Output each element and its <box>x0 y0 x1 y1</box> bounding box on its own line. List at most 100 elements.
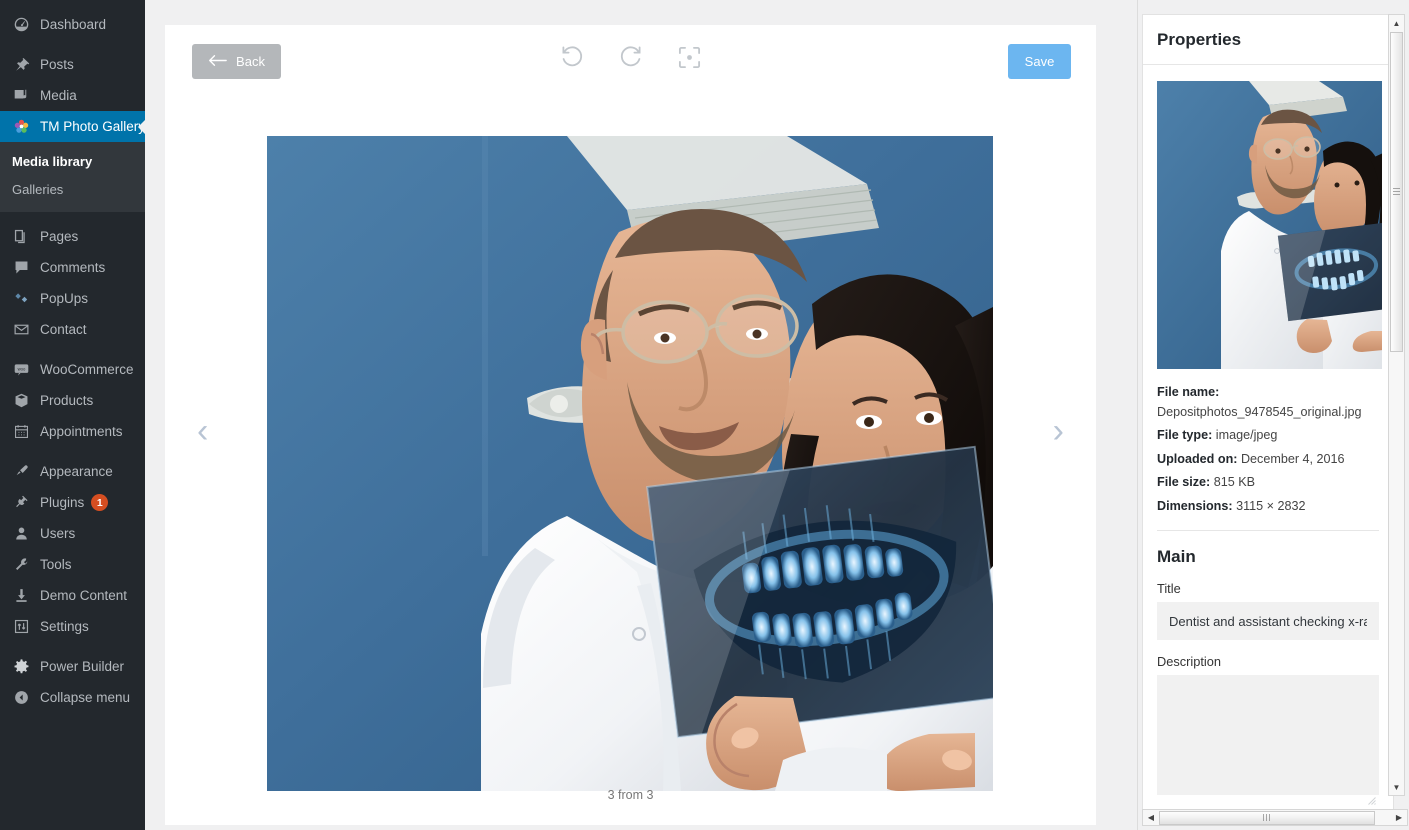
sidebar-item-appearance[interactable]: Appearance <box>0 456 145 487</box>
pages-icon <box>11 227 31 247</box>
prev-image-arrow[interactable]: ‹ <box>197 414 208 448</box>
field-spacer <box>1157 640 1379 654</box>
sidebar-item-label: Comments <box>40 260 106 276</box>
sidebar-item-popups[interactable]: PopUps <box>0 283 145 314</box>
sidebar-top-gap <box>0 0 145 9</box>
back-button-label: Back <box>236 54 265 69</box>
props-scroll-right-arrow-icon[interactable]: ▶ <box>1391 810 1407 825</box>
sidebar-item-media[interactable]: Media <box>0 80 145 111</box>
properties-content: Properties File name: Depositphotos_9478… <box>1142 14 1394 811</box>
meta-file-name-value: Depositphotos_9478545_original.jpg <box>1157 404 1362 419</box>
sidebar-item-pages[interactable]: Pages <box>0 221 145 252</box>
download-icon <box>11 586 31 606</box>
sidebar-item-label: Media <box>40 87 77 103</box>
sidebar-gap-3 <box>0 345 145 354</box>
meta-uploaded-label: Uploaded on: <box>1157 451 1238 466</box>
description-textarea[interactable] <box>1157 675 1379 796</box>
transform-tools <box>165 42 1096 72</box>
meta-uploaded-on: Uploaded on: December 4, 2016 <box>1157 450 1379 470</box>
properties-vertical-scrollbar[interactable]: ▲ ▼ <box>1388 14 1405 796</box>
meta-file-size: File size: 815 KB <box>1157 473 1379 493</box>
sidebar-item-label: PopUps <box>40 291 89 307</box>
props-scrollbar-thumb[interactable] <box>1390 32 1403 352</box>
sidebar-item-power-builder[interactable]: Power Builder <box>0 651 145 682</box>
sidebar-item-plugins[interactable]: Plugins 1 <box>0 487 145 518</box>
sidebar-item-products[interactable]: Products <box>0 385 145 416</box>
user-icon <box>11 524 31 544</box>
sidebar-item-label: Demo Content <box>40 588 128 604</box>
sidebar-item-label: Contact <box>40 322 87 338</box>
plug-icon <box>11 493 31 513</box>
woocommerce-icon: woo <box>11 360 31 380</box>
gear-icon <box>11 657 31 677</box>
pin-icon <box>11 55 31 75</box>
sidebar-item-woocommerce[interactable]: woo WooCommerce <box>0 354 145 385</box>
props-scroll-left-arrow-icon[interactable]: ◀ <box>1143 810 1159 825</box>
wrench-icon <box>11 555 31 575</box>
sidebar-gap-5 <box>0 642 145 651</box>
sidebar-item-contact[interactable]: Contact <box>0 314 145 345</box>
sidebar-item-label: Products <box>40 393 94 409</box>
sidebar-item-settings[interactable]: Settings <box>0 611 145 642</box>
sidebar-item-label: Tools <box>40 557 72 573</box>
sidebar-item-label: Appointments <box>40 424 123 440</box>
props-hscrollbar-grip-icon <box>1262 814 1272 821</box>
sidebar-item-label: Power Builder <box>40 659 125 675</box>
sidebar-item-dashboard[interactable]: Dashboard <box>0 9 145 40</box>
meta-file-type-label: File type: <box>1157 428 1213 443</box>
sidebar-item-label: Appearance <box>40 464 113 480</box>
admin-sidebar: Dashboard Posts Media TM Photo Gallery M… <box>0 0 145 830</box>
sidebar-item-comments[interactable]: Comments <box>0 252 145 283</box>
meta-file-name-label: File name: <box>1157 385 1220 399</box>
rotate-left-icon[interactable] <box>557 42 587 72</box>
title-input[interactable] <box>1157 602 1379 641</box>
envelope-icon <box>11 320 31 340</box>
sidebar-item-appointments[interactable]: Appointments <box>0 416 145 447</box>
sidebar-item-label: Plugins <box>40 495 85 511</box>
sidebar-item-label: Collapse menu <box>40 690 131 706</box>
sidebar-item-demo-content[interactable]: Demo Content <box>0 580 145 611</box>
sidebar-item-posts[interactable]: Posts <box>0 49 145 80</box>
sidebar-item-tools[interactable]: Tools <box>0 549 145 580</box>
arrow-left-icon <box>208 54 227 70</box>
sidebar-item-label: Posts <box>40 56 74 72</box>
next-image-arrow[interactable]: › <box>1053 414 1064 448</box>
properties-title: Properties <box>1143 15 1393 65</box>
popups-icon <box>11 289 31 309</box>
products-box-icon <box>11 391 31 411</box>
title-field-label: Title <box>1157 581 1181 597</box>
properties-body: File name: Depositphotos_9478545_origina… <box>1143 65 1393 805</box>
submenu-label: Galleries <box>12 182 64 198</box>
meta-file-size-value: 815 KB <box>1213 475 1256 490</box>
props-scroll-down-arrow-icon[interactable]: ▼ <box>1389 779 1404 795</box>
media-icon <box>11 86 31 106</box>
submenu-item-media-library[interactable]: Media library <box>0 148 145 176</box>
properties-divider <box>1157 530 1379 532</box>
focus-crop-icon[interactable] <box>675 42 705 72</box>
image-thumbnail[interactable] <box>1157 81 1382 369</box>
editor-photo[interactable] <box>267 136 993 791</box>
submenu-label: Media library <box>12 154 93 169</box>
sidebar-gap-2 <box>0 212 145 221</box>
main-section-title: Main <box>1157 547 1196 567</box>
submenu-item-galleries[interactable]: Galleries <box>0 176 145 204</box>
props-scrollbar-grip-icon <box>1393 187 1400 197</box>
sidebar-item-label: Pages <box>40 229 79 245</box>
props-scroll-up-arrow-icon[interactable]: ▲ <box>1389 15 1404 31</box>
resize-grip-icon[interactable] <box>1367 792 1376 805</box>
props-hscrollbar-thumb[interactable] <box>1159 810 1375 825</box>
calendar-icon <box>11 422 31 442</box>
properties-horizontal-scrollbar[interactable]: ◀ ▶ <box>1142 809 1408 826</box>
back-button[interactable]: Back <box>192 44 281 79</box>
rotate-right-icon[interactable] <box>616 42 646 72</box>
image-counter: 3 from 3 <box>607 788 654 802</box>
save-button[interactable]: Save <box>1008 44 1071 79</box>
sidebar-item-users[interactable]: Users <box>0 518 145 549</box>
sidebar-gap-4 <box>0 447 145 456</box>
sidebar-item-collapse-menu[interactable]: Collapse menu <box>0 682 145 713</box>
description-wrapper <box>1157 675 1379 805</box>
sidebar-item-label: Dashboard <box>40 16 107 32</box>
sidebar-item-tm-photo-gallery[interactable]: TM Photo Gallery <box>0 111 145 142</box>
meta-file-type-value: image/jpeg <box>1215 428 1278 443</box>
editor-card: Back Save ‹ › 3 from 3 <box>165 25 1096 825</box>
